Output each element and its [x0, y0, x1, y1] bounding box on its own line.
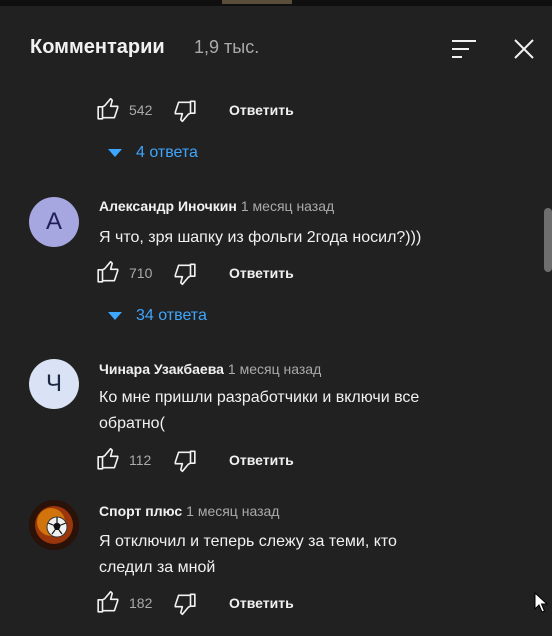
avatar[interactable]: Ч	[29, 359, 79, 409]
like-count: 542	[129, 102, 153, 118]
reply-button[interactable]: Ответить	[229, 595, 294, 611]
comment-author[interactable]: Александр Иночкин 1 месяц назад	[99, 198, 334, 214]
like-count: 710	[129, 265, 153, 281]
like-icon[interactable]	[96, 259, 122, 285]
comment-author[interactable]: Чинара Узакбаева 1 месяц назад	[99, 361, 321, 377]
author-name[interactable]: Александр Иночкин	[99, 198, 237, 214]
avatar-letter: А	[45, 208, 62, 235]
replies-label: 34 ответа	[136, 307, 207, 324]
comment-actions: 710 Ответить	[96, 259, 356, 287]
comment-time[interactable]: 1 месяц назад	[186, 503, 279, 519]
comment-actions: 112 Ответить	[96, 446, 356, 474]
like-count: 112	[129, 452, 152, 468]
comment-time[interactable]: 1 месяц назад	[228, 361, 321, 377]
reply-button[interactable]: Ответить	[229, 265, 294, 281]
comments-header: Комментарии 1,9 тыс.	[0, 20, 552, 78]
author-name[interactable]: Чинара Узакбаева	[99, 361, 224, 377]
comment-text: Я отключил и теперь слежу за теми, кто с…	[99, 529, 479, 581]
mouse-cursor-icon	[534, 592, 548, 613]
soccer-ball-fire-icon	[29, 500, 79, 550]
dislike-icon[interactable]	[171, 261, 197, 287]
comments-panel: Комментарии 1,9 тыс. 542 Ответить 4 отве…	[0, 0, 552, 636]
like-icon[interactable]	[96, 446, 122, 472]
scrollbar[interactable]	[544, 208, 552, 272]
dislike-icon[interactable]	[171, 98, 197, 124]
comment-actions: 182 Ответить	[96, 589, 356, 617]
author-name[interactable]: Спорт плюс	[99, 503, 182, 519]
avatar[interactable]	[29, 500, 79, 550]
comment-line: Я что, зря шапку из фольги 2года носил?)…	[99, 229, 422, 246]
avatar-letter: Ч	[46, 370, 62, 397]
close-icon[interactable]	[512, 37, 536, 61]
comments-count: 1,9 тыс.	[194, 37, 260, 57]
video-edge-strip	[0, 0, 552, 6]
video-edge-thumb	[222, 0, 292, 4]
view-replies-button[interactable]: 4 ответа	[104, 143, 264, 165]
comment-line: Ко мне пришли разработчики и включи все	[99, 389, 420, 406]
comment-actions: 542 Ответить	[96, 96, 356, 124]
comment-line: следил за мной	[99, 559, 216, 576]
comments-title: Комментарии	[30, 36, 165, 58]
comment-author[interactable]: Спорт плюс 1 месяц назад	[99, 503, 279, 519]
avatar[interactable]: А	[29, 197, 79, 247]
comment-text: Я что, зря шапку из фольги 2года носил?)…	[99, 225, 479, 251]
reply-button[interactable]: Ответить	[229, 102, 294, 118]
chevron-down-icon	[108, 312, 122, 320]
comment-text: Ко мне пришли разработчики и включи все …	[99, 385, 479, 437]
like-icon[interactable]	[96, 96, 122, 122]
like-icon[interactable]	[96, 589, 122, 615]
comment-line: обратно(	[99, 415, 165, 432]
replies-label: 4 ответа	[136, 144, 198, 161]
dislike-icon[interactable]	[171, 591, 197, 617]
sort-icon[interactable]	[451, 38, 477, 60]
comment-line: Я отключил и теперь слежу за теми, кто	[99, 533, 397, 550]
dislike-icon[interactable]	[171, 448, 197, 474]
view-replies-button[interactable]: 34 ответа	[104, 306, 264, 328]
reply-button[interactable]: Ответить	[229, 452, 294, 468]
comment-time[interactable]: 1 месяц назад	[241, 198, 334, 214]
chevron-down-icon	[108, 149, 122, 157]
like-count: 182	[129, 595, 153, 611]
